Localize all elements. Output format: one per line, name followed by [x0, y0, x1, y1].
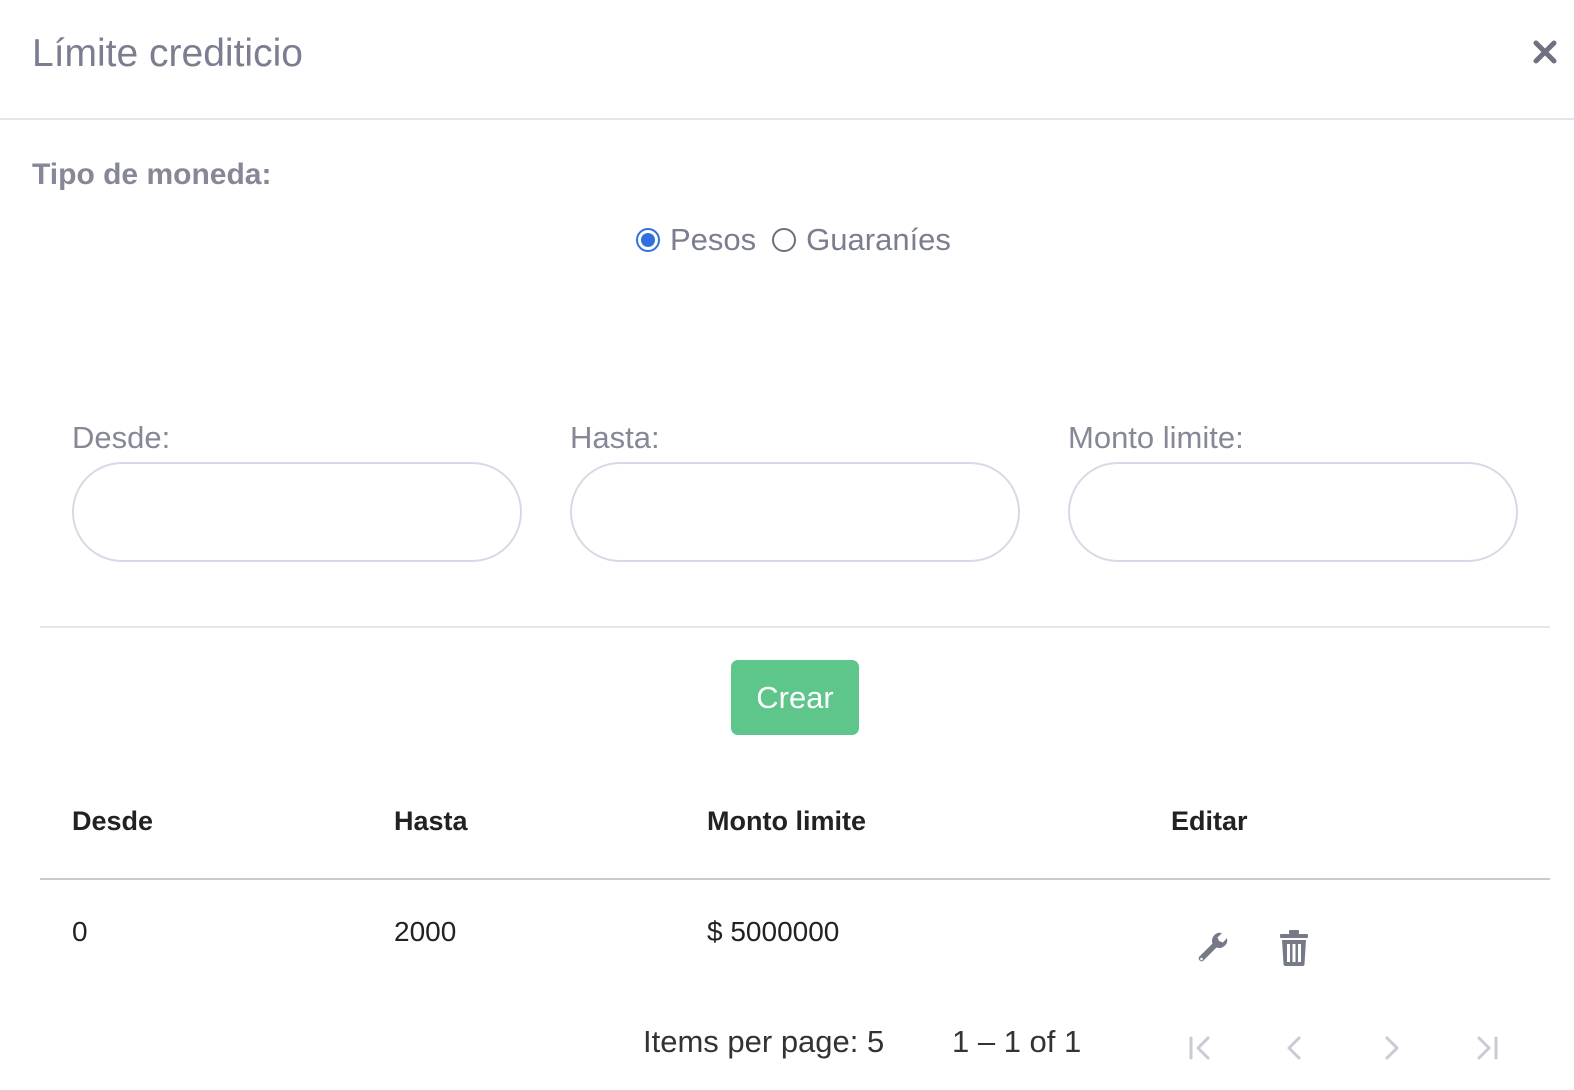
- hasta-input[interactable]: [570, 462, 1020, 562]
- wrench-icon: [1198, 932, 1228, 962]
- radio-button-unchecked[interactable]: [772, 228, 797, 252]
- column-header-editar: Editar: [1171, 806, 1248, 836]
- next-page-button[interactable]: [1369, 1026, 1413, 1070]
- first-page-icon: [1189, 1036, 1210, 1060]
- items-per-page-label: Items per page: 5: [643, 1024, 885, 1059]
- column-header-desde: Desde: [72, 806, 154, 836]
- desde-label: Desde:: [72, 420, 171, 455]
- trash-icon: [1280, 930, 1308, 966]
- radio-selected-dot: [641, 233, 655, 247]
- create-button[interactable]: Crear: [731, 660, 859, 735]
- desde-input[interactable]: [72, 462, 522, 562]
- radio-button-checked[interactable]: [636, 228, 660, 252]
- delete-button[interactable]: [1274, 928, 1314, 968]
- first-page-button[interactable]: [1178, 1026, 1222, 1070]
- dialog-header: Límite crediticio: [0, 0, 1574, 120]
- currency-type-label: Tipo de moneda:: [32, 158, 272, 191]
- form-divider: [40, 626, 1550, 628]
- edit-button[interactable]: [1193, 928, 1233, 968]
- cell-monto: $ 5000000: [707, 916, 840, 947]
- radio-label-guaranies: Guaraníes: [806, 222, 951, 257]
- close-button[interactable]: [1528, 30, 1562, 70]
- radio-label-pesos: Pesos: [670, 222, 757, 257]
- last-page-icon: [1477, 1036, 1498, 1060]
- monto-limite-label: Monto limite:: [1068, 420, 1244, 455]
- radio-option-pesos[interactable]: Pesos: [636, 222, 756, 258]
- column-header-monto-limite: Monto limite: [707, 806, 866, 836]
- previous-page-icon: [1287, 1036, 1301, 1060]
- radio-option-guaranies[interactable]: Guaraníes: [772, 222, 951, 258]
- table-header-line: [40, 878, 1550, 880]
- cell-hasta: 2000: [394, 916, 457, 947]
- close-icon: [1533, 40, 1557, 64]
- cell-desde: 0: [72, 916, 88, 947]
- next-page-icon: [1385, 1036, 1399, 1060]
- currency-radio-group: Pesos Guaraníes: [636, 220, 967, 260]
- last-page-button[interactable]: [1465, 1026, 1509, 1070]
- monto-limite-input[interactable]: [1068, 462, 1518, 562]
- column-header-hasta: Hasta: [394, 806, 468, 836]
- dialog-title: Límite crediticio: [32, 32, 303, 75]
- page-range-label: 1 – 1 of 1: [952, 1024, 1082, 1059]
- previous-page-button[interactable]: [1273, 1026, 1317, 1070]
- hasta-label: Hasta:: [570, 420, 660, 455]
- credit-limit-dialog: Límite crediticio Tipo de moneda: Pesos …: [0, 0, 1574, 1090]
